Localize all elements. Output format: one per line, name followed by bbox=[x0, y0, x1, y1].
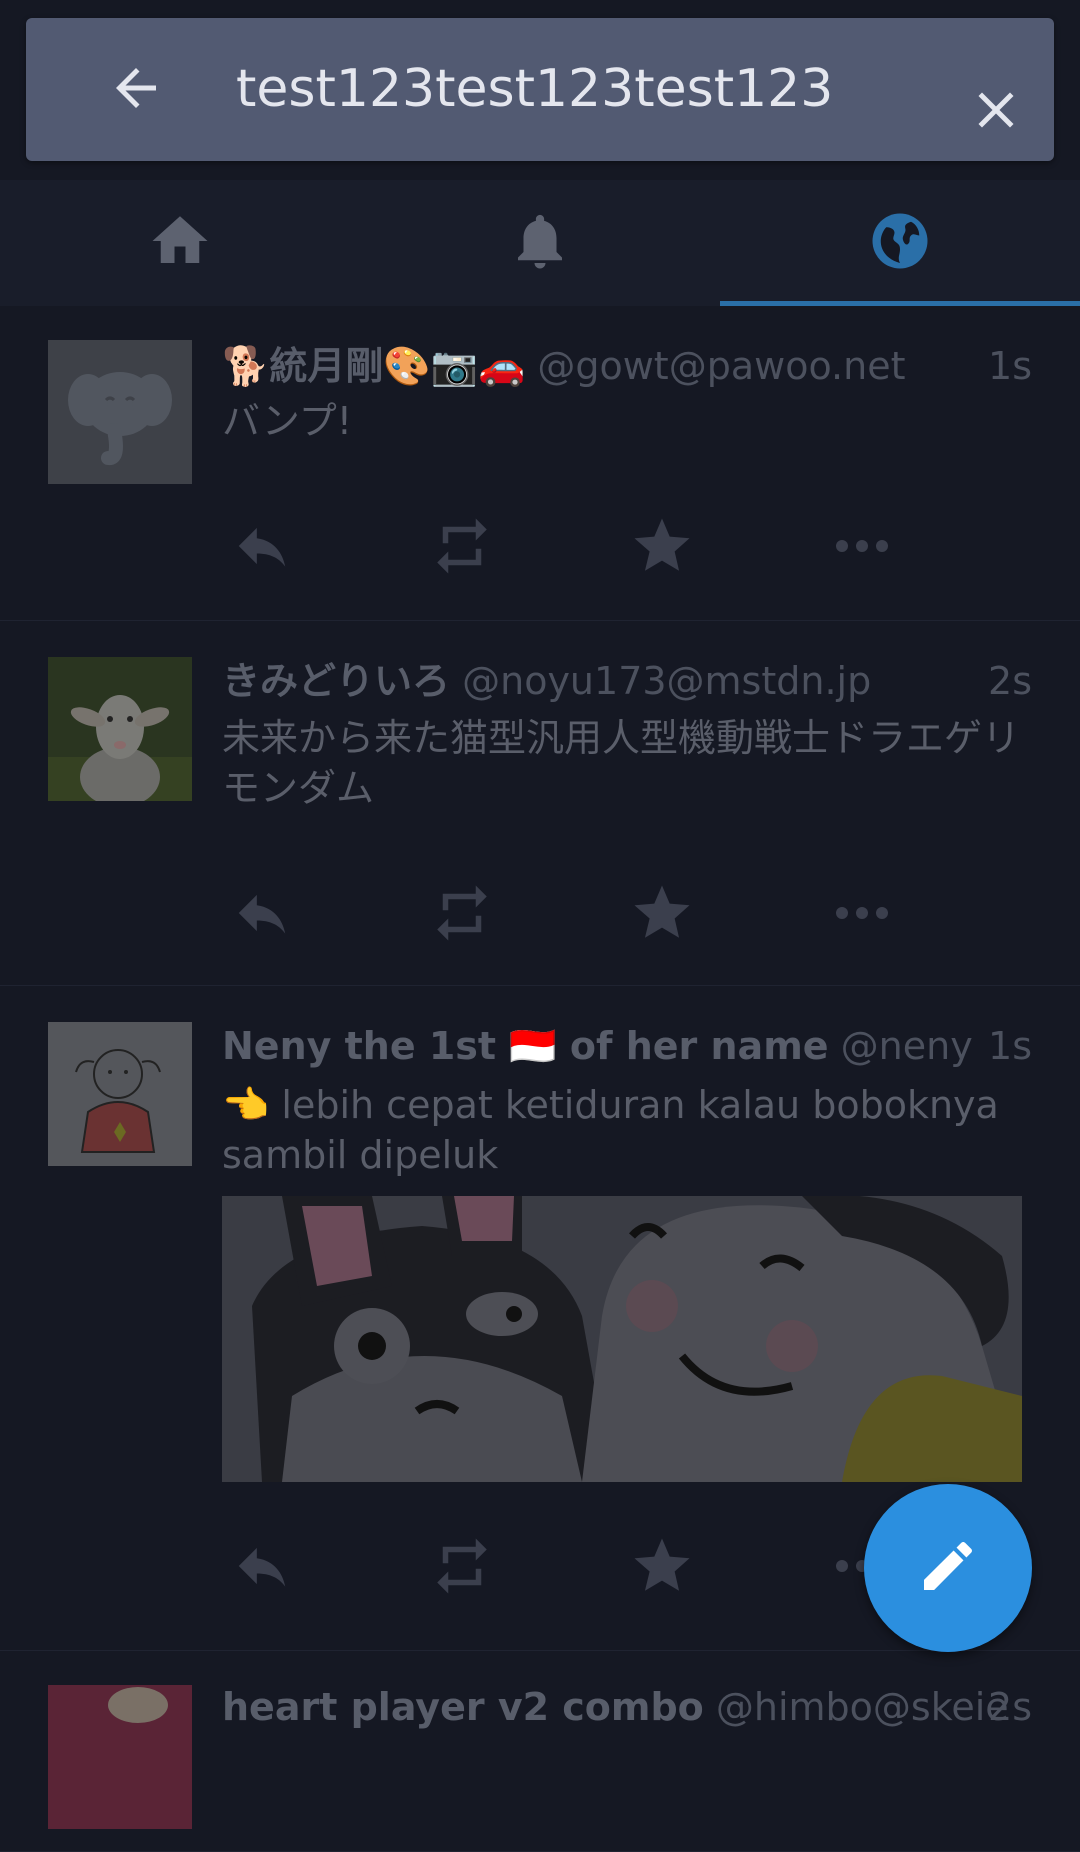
star-icon[interactable] bbox=[622, 873, 702, 953]
avatar[interactable] bbox=[48, 657, 192, 801]
account-handle: @himbo@skeie bbox=[715, 1685, 1009, 1729]
display-name[interactable]: Neny the 1st 🇮🇩 of her name bbox=[222, 1024, 829, 1068]
search-bar: test123test123test123 bbox=[26, 18, 1054, 161]
display-name[interactable]: 🐕統月剛🎨📷🚗 bbox=[222, 344, 525, 388]
avatar[interactable] bbox=[48, 1685, 192, 1829]
star-icon[interactable] bbox=[622, 506, 702, 586]
status-actions bbox=[222, 873, 942, 953]
tab-home[interactable] bbox=[0, 180, 360, 306]
status-header: Neny the 1st 🇮🇩 of her name @neny 1s bbox=[222, 1016, 1032, 1076]
timestamp: 1s bbox=[988, 344, 1032, 388]
star-icon[interactable] bbox=[622, 1526, 702, 1606]
status-content: 👈 lebih cepat ketiduran kalau boboknya s… bbox=[222, 1083, 999, 1177]
display-name[interactable]: heart player v2 combo bbox=[222, 1685, 704, 1729]
status-actions bbox=[222, 1526, 942, 1606]
account-handle: @gowt@pawoo.net bbox=[537, 344, 906, 388]
timestamp: 1s bbox=[988, 1024, 1032, 1068]
media-attachment[interactable] bbox=[222, 1196, 1022, 1482]
status-item[interactable]: 🐕統月剛🎨📷🚗 @gowt@pawoo.net 1s バンプ! bbox=[0, 306, 1080, 621]
status-content: バンプ! bbox=[222, 399, 352, 443]
home-icon bbox=[147, 208, 213, 278]
reply-icon[interactable] bbox=[222, 506, 302, 586]
close-icon[interactable] bbox=[966, 80, 1026, 140]
globe-icon bbox=[867, 208, 933, 278]
display-name[interactable]: きみどりいろ bbox=[222, 659, 450, 703]
reply-icon[interactable] bbox=[222, 873, 302, 953]
timestamp: 2s bbox=[988, 659, 1032, 703]
boost-icon[interactable] bbox=[422, 506, 502, 586]
boost-icon[interactable] bbox=[422, 873, 502, 953]
avatar[interactable] bbox=[48, 340, 192, 484]
avatar[interactable] bbox=[48, 1022, 192, 1166]
status-header: きみどりいろ @noyu173@mstdn.jp 2s bbox=[222, 651, 1032, 711]
reply-icon[interactable] bbox=[222, 1526, 302, 1606]
status-header: 🐕統月剛🎨📷🚗 @gowt@pawoo.net 1s bbox=[222, 336, 1032, 396]
status-content: 未来から来た猫型汎用人型機動戦士ドラエゲリモンダム bbox=[222, 716, 1021, 810]
status-actions bbox=[222, 506, 942, 586]
tab-federated[interactable] bbox=[720, 180, 1080, 306]
more-icon[interactable] bbox=[822, 506, 902, 586]
tab-notifications[interactable] bbox=[360, 180, 720, 306]
compose-button[interactable] bbox=[864, 1484, 1032, 1652]
back-arrow-icon[interactable] bbox=[106, 58, 166, 118]
more-icon[interactable] bbox=[822, 873, 902, 953]
pencil-icon bbox=[916, 1534, 980, 1602]
tab-bar bbox=[0, 180, 1080, 306]
status-header: heart player v2 combo @himbo@skeie 2s bbox=[222, 1677, 1032, 1737]
timestamp: 2s bbox=[988, 1685, 1032, 1729]
status-item[interactable]: きみどりいろ @noyu173@mstdn.jp 2s 未来から来た猫型汎用人型… bbox=[0, 621, 1080, 986]
boost-icon[interactable] bbox=[422, 1526, 502, 1606]
account-handle: @noyu173@mstdn.jp bbox=[462, 659, 872, 703]
status-item[interactable]: heart player v2 combo @himbo@skeie 2s bbox=[0, 1651, 1080, 1852]
account-handle: @neny bbox=[840, 1024, 973, 1068]
search-input[interactable]: test123test123test123 bbox=[236, 18, 854, 161]
bell-icon bbox=[507, 208, 573, 278]
